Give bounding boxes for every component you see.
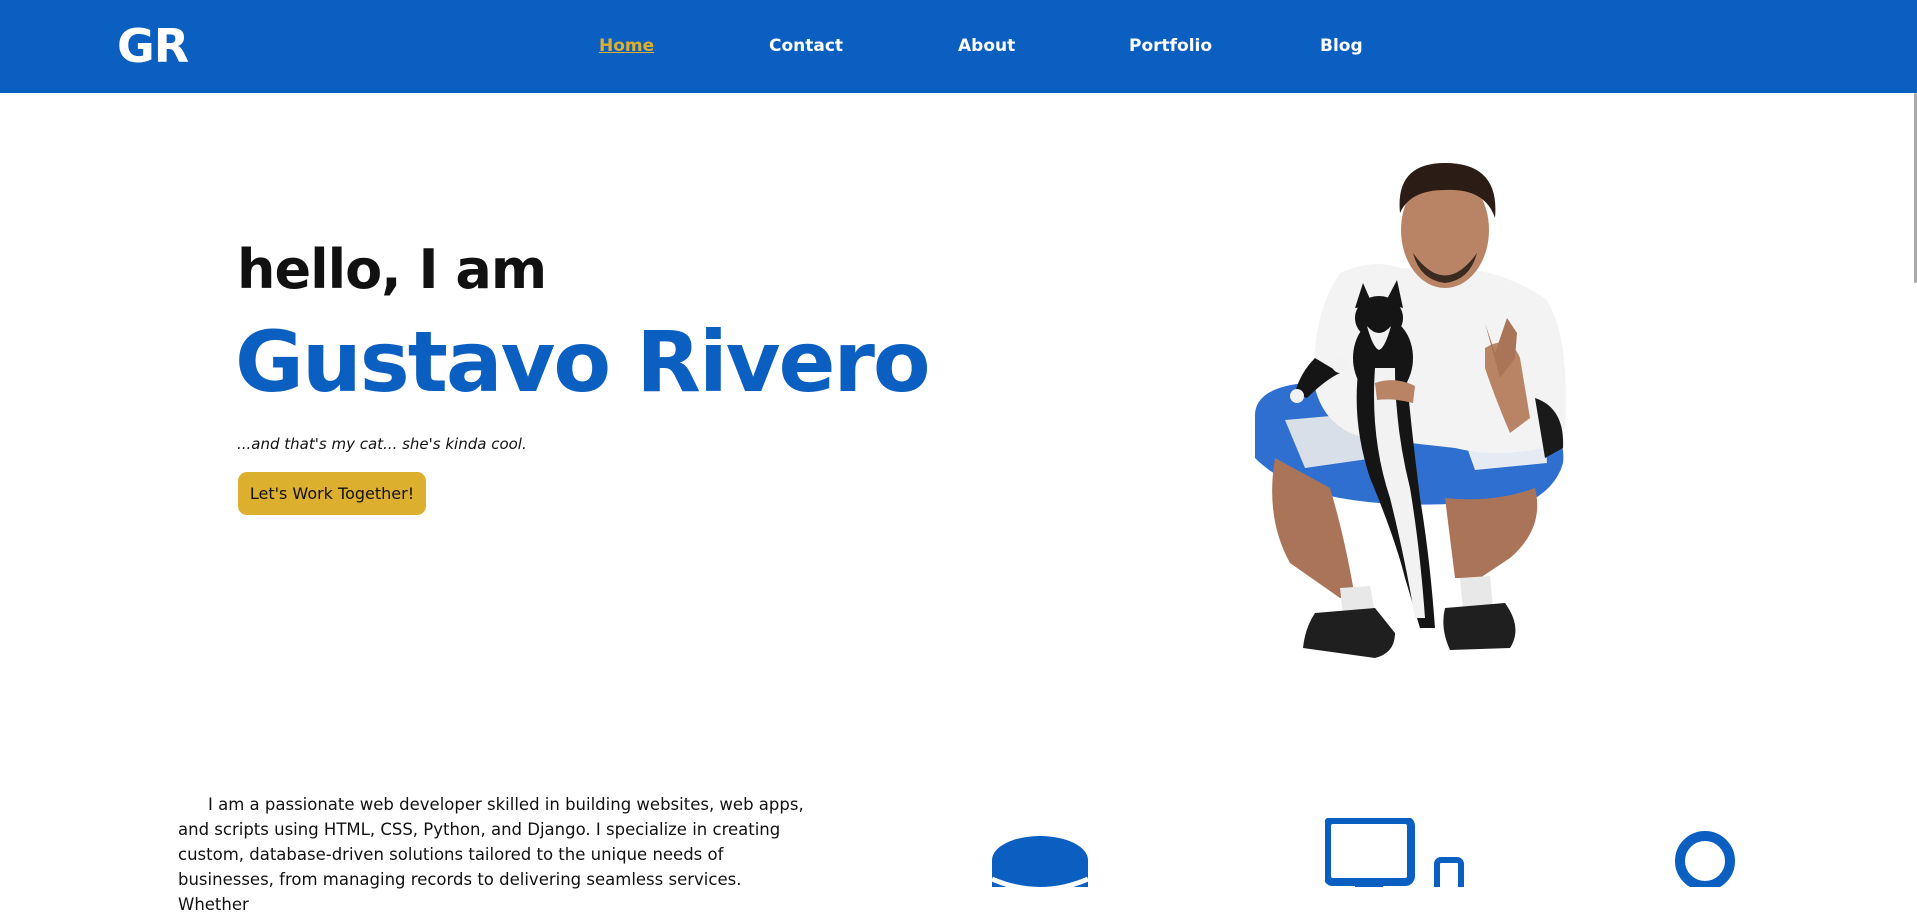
devices-icon	[1325, 818, 1464, 887]
person-with-cat-photo	[1254, 163, 1566, 658]
database-icon	[990, 836, 1090, 887]
logo[interactable]: GR	[117, 18, 189, 74]
nav-blog-link[interactable]: Blog	[1320, 36, 1363, 56]
nav-about-link[interactable]: About	[958, 36, 1015, 56]
work-together-button[interactable]: Let's Work Together!	[238, 472, 426, 515]
hero-tagline: ...and that's my cat... she's kinda cool…	[237, 435, 527, 453]
nav-portfolio-link[interactable]: Portfolio	[1129, 36, 1212, 56]
intro-line: custom, database-driven solutions tailor…	[178, 845, 724, 864]
circle-icon	[1675, 831, 1735, 887]
intro-line: I am a passionate web developer skilled …	[208, 795, 804, 814]
intro-paragraph: I am a passionate web developer skilled …	[178, 792, 808, 917]
nav-contact-link[interactable]: Contact	[769, 36, 843, 56]
nav-home-link[interactable]: Home	[599, 36, 654, 56]
intro-line: and scripts using HTML, CSS, Python, and…	[178, 820, 781, 839]
hero-greeting: hello, I am	[237, 238, 547, 301]
site-header: GR Home Contact About Portfolio Blog	[0, 0, 1917, 93]
hero-name: Gustavo Rivero	[235, 313, 931, 411]
intro-line: businesses, from managing records to del…	[178, 870, 742, 914]
